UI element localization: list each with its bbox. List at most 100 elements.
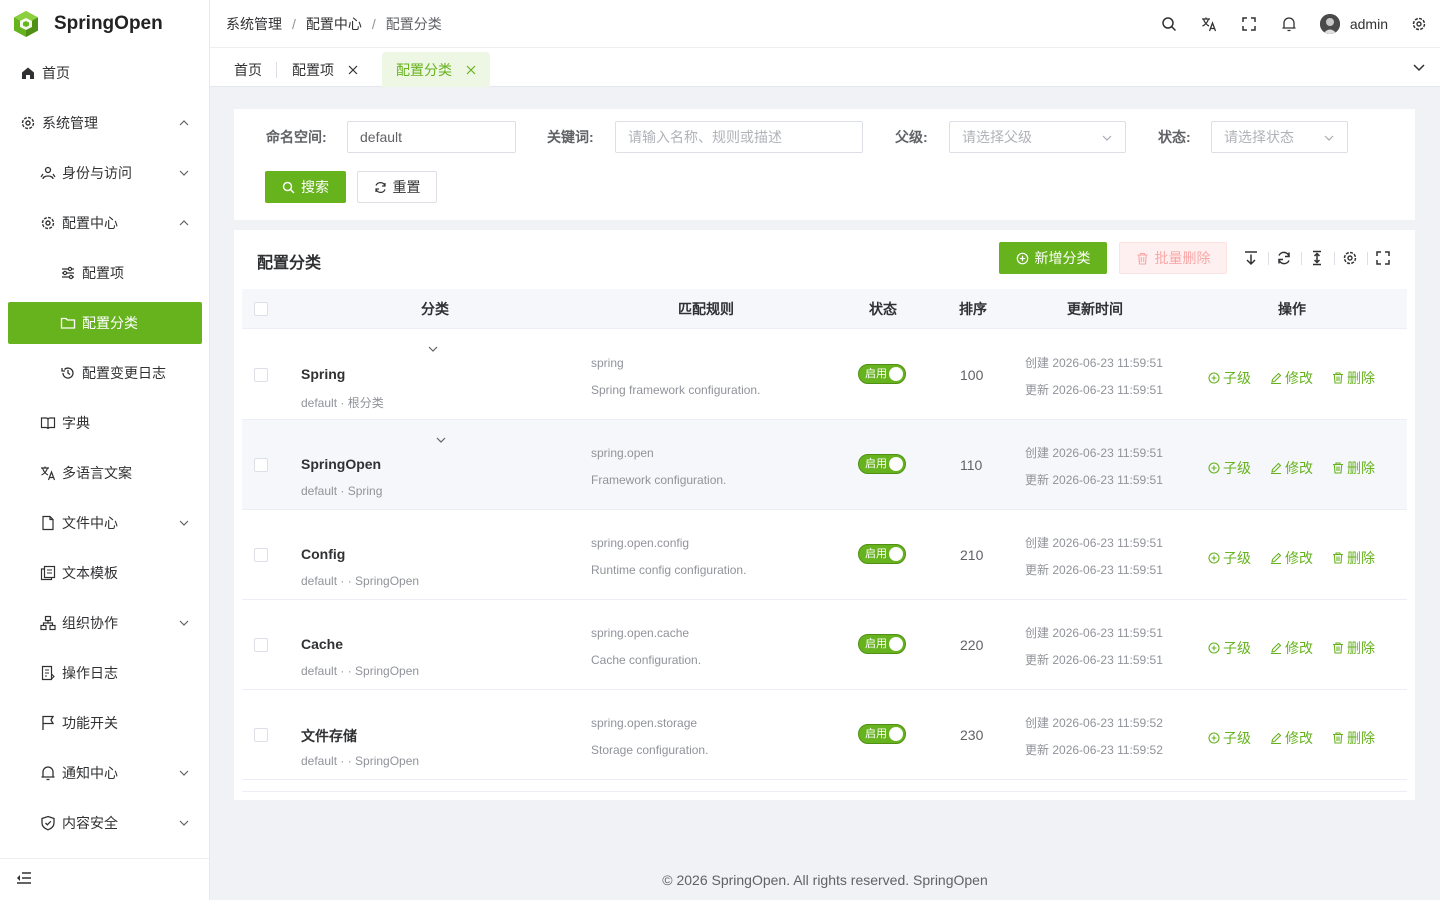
add-child-action[interactable]: 子级 <box>1208 728 1251 748</box>
edit-action[interactable]: 修改 <box>1270 458 1313 478</box>
sidebar-item-notification-center[interactable]: 通知中心 <box>8 753 202 793</box>
chevron-down-icon[interactable] <box>1412 60 1426 74</box>
sidebar-item-config-change-log[interactable]: 配置变更日志 <box>8 353 202 393</box>
settings-icon[interactable] <box>1342 250 1358 266</box>
sidebar-item-identity-access[interactable]: 身份与访问 <box>8 153 202 193</box>
delete-action[interactable]: 删除 <box>1332 728 1375 748</box>
table-row[interactable]: Spring default · 根分类 spring Spring frame… <box>242 330 1407 420</box>
sort-value: 230 <box>960 727 984 743</box>
gear-icon[interactable] <box>1410 15 1428 33</box>
table-header: 分类 匹配规则 状态 排序 更新时间 操作 <box>242 289 1407 329</box>
parent-select[interactable]: 请选择父级 <box>949 121 1126 153</box>
created-prefix: 创建 <box>1025 716 1050 730</box>
refresh-icon[interactable] <box>1276 250 1292 266</box>
add-child-action[interactable]: 子级 <box>1208 638 1251 658</box>
delete-action[interactable]: 删除 <box>1332 548 1375 568</box>
sidebar-item-feature-flags[interactable]: 功能开关 <box>8 703 202 743</box>
column-header-rule[interactable]: 匹配规则 <box>678 301 734 317</box>
tab-config-items[interactable]: 配置项 <box>278 52 372 87</box>
sidebar-item-config-center[interactable]: 配置中心 <box>8 203 202 243</box>
edit-label: 修改 <box>1285 550 1313 566</box>
sidebar-item-home[interactable]: 首页 <box>8 53 202 93</box>
table-row[interactable]: 文件存储 default · · SpringOpen spring.open.… <box>242 690 1407 780</box>
delete-action[interactable]: 删除 <box>1332 638 1375 658</box>
sidebar-item-operation-logs[interactable]: 操作日志 <box>8 653 202 693</box>
sidebar-item-file-center[interactable]: 文件中心 <box>8 503 202 543</box>
column-header-sort[interactable]: 排序 <box>959 301 987 317</box>
add-child-action[interactable]: 子级 <box>1208 458 1251 478</box>
namespace-input[interactable] <box>347 121 516 153</box>
edit-action[interactable]: 修改 <box>1270 638 1313 658</box>
sidebar-item-system-management[interactable]: 系统管理 <box>8 103 202 143</box>
search-button[interactable]: 搜索 <box>265 171 346 203</box>
status-switch[interactable]: 启用 <box>858 724 906 744</box>
batch-delete-button[interactable]: 批量删除 <box>1119 242 1227 274</box>
sidebar-item-dictionary[interactable]: 字典 <box>8 403 202 443</box>
sidebar-item-org-collaboration[interactable]: 组织协作 <box>8 603 202 643</box>
reset-button[interactable]: 重置 <box>357 171 437 203</box>
sidebar-item-text-templates[interactable]: 文本模板 <box>8 553 202 593</box>
column-height-icon[interactable] <box>1309 250 1325 266</box>
fullscreen-icon[interactable] <box>1375 250 1391 266</box>
search-icon[interactable] <box>1160 15 1178 33</box>
status-switch[interactable]: 启用 <box>858 544 906 564</box>
column-header-updated[interactable]: 更新时间 <box>1067 301 1123 317</box>
breadcrumb-item[interactable]: 配置中心 <box>306 14 362 34</box>
breadcrumb: 系统管理 / 配置中心 / 配置分类 <box>210 14 442 34</box>
table-row[interactable]: Config default · · SpringOpen spring.ope… <box>242 510 1407 600</box>
edit-action[interactable]: 修改 <box>1270 548 1313 568</box>
sidebar-item-content-security[interactable]: 内容安全 <box>8 803 202 843</box>
delete-action[interactable]: 删除 <box>1332 458 1375 478</box>
status-switch[interactable]: 启用 <box>858 454 906 474</box>
export-icon[interactable] <box>1243 250 1259 266</box>
file-icon <box>40 515 56 531</box>
created-value: 2026-06-23 11:59:51 <box>1052 536 1163 550</box>
row-checkbox[interactable] <box>254 368 268 382</box>
expand-chevron-icon[interactable] <box>435 434 447 446</box>
edit-action[interactable]: 修改 <box>1270 728 1313 748</box>
bell-icon[interactable] <box>1280 15 1298 33</box>
expand-chevron-icon[interactable] <box>427 343 439 355</box>
flag-icon <box>40 715 56 731</box>
sidebar-item-label: 身份与访问 <box>62 165 132 181</box>
add-child-action[interactable]: 子级 <box>1208 368 1251 388</box>
status-switch[interactable]: 启用 <box>858 634 906 654</box>
folder-icon <box>60 315 76 331</box>
close-icon[interactable] <box>466 65 476 75</box>
status-switch[interactable]: 启用 <box>858 364 906 384</box>
sidebar-item-config-items[interactable]: 配置项 <box>8 253 202 293</box>
translate-icon[interactable] <box>1200 15 1218 33</box>
keyword-input[interactable] <box>615 121 863 153</box>
close-icon[interactable] <box>348 65 358 75</box>
logo[interactable]: SpringOpen <box>0 0 209 48</box>
collapse-sidebar-icon[interactable] <box>16 870 32 886</box>
status-select[interactable]: 请选择状态 <box>1211 121 1348 153</box>
avatar[interactable] <box>1319 14 1340 34</box>
row-checkbox[interactable] <box>254 728 268 742</box>
row-checkbox[interactable] <box>254 548 268 562</box>
tab-home[interactable]: 首页 <box>220 52 276 87</box>
tab-config-categories[interactable]: 配置分类 <box>382 52 490 87</box>
fullscreen-icon[interactable] <box>1240 15 1258 33</box>
column-header-category[interactable]: 分类 <box>421 301 449 317</box>
sidebar-item-i18n-texts[interactable]: 多语言文案 <box>8 453 202 493</box>
edit-label: 修改 <box>1285 370 1313 386</box>
add-child-label: 子级 <box>1223 460 1251 476</box>
row-checkbox[interactable] <box>254 458 268 472</box>
plus-circle-icon <box>1208 732 1220 744</box>
rule-description: Storage configuration. <box>591 743 709 757</box>
sidebar-item-config-categories[interactable]: 配置分类 <box>8 302 202 344</box>
sidebar-item-label: 内容安全 <box>62 815 118 831</box>
table-row[interactable]: Cache default · · SpringOpen spring.open… <box>242 600 1407 690</box>
plus-circle-icon <box>1016 252 1028 264</box>
row-checkbox[interactable] <box>254 638 268 652</box>
breadcrumb-item[interactable]: 系统管理 <box>226 14 282 34</box>
delete-action[interactable]: 删除 <box>1332 368 1375 388</box>
select-all-checkbox[interactable] <box>254 302 268 316</box>
edit-action[interactable]: 修改 <box>1270 368 1313 388</box>
column-header-status[interactable]: 状态 <box>869 301 897 317</box>
add-child-action[interactable]: 子级 <box>1208 548 1251 568</box>
username[interactable]: admin <box>1350 16 1388 32</box>
add-category-button[interactable]: 新增分类 <box>999 242 1107 274</box>
table-row[interactable]: SpringOpen default · Spring spring.open … <box>242 420 1407 510</box>
